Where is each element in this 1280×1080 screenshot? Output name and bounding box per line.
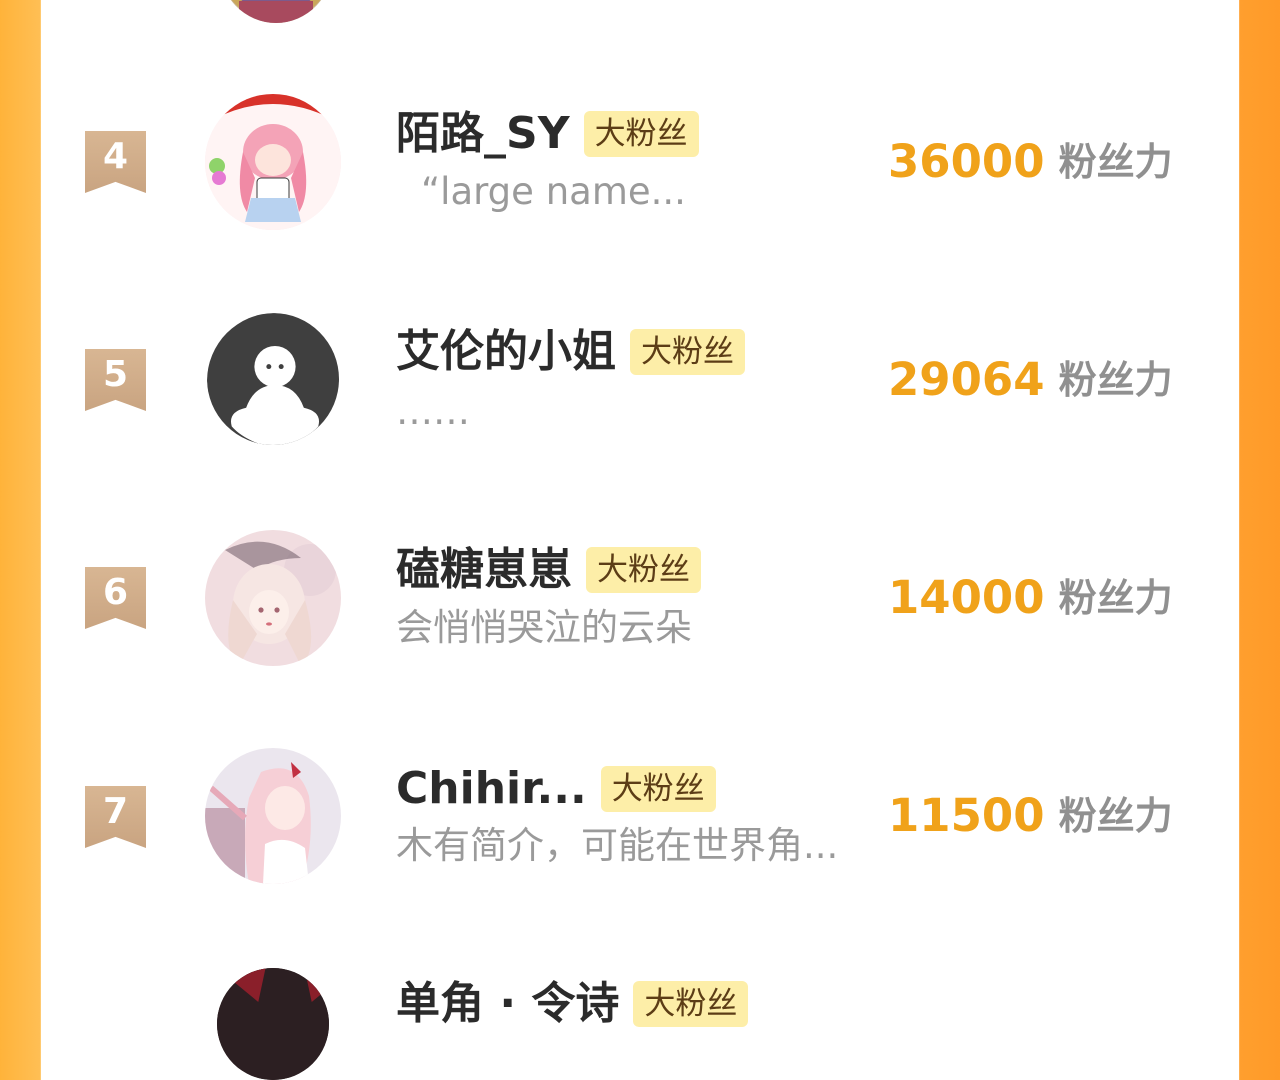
fan-badge: 大粉丝: [633, 981, 749, 1027]
user-name-line: 陌路_SY 大粉丝: [396, 106, 699, 162]
fan-badge: 大粉丝: [583, 111, 699, 157]
user-name[interactable]: 艾伦的小姐: [396, 324, 616, 380]
user-name[interactable]: 陌路_SY: [396, 106, 570, 162]
rank-number: 6: [102, 572, 129, 613]
anime-girl-avatar-icon: [231, 0, 321, 23]
fan-ranking-list: 4 陌路_SY 大粉丝 “large name... 36000 粉丝力 5 艾…: [41, 0, 1239, 1080]
fan-score-unit: 粉丝力: [1058, 140, 1173, 184]
rank-ribbon: 5: [85, 349, 146, 411]
user-avatar[interactable]: [205, 94, 341, 230]
rank-ribbon: 7: [85, 786, 146, 848]
fan-score-value: 29064: [888, 353, 1045, 406]
fan-score: 11500 粉丝力: [888, 788, 1173, 844]
user-name[interactable]: 单角 · 令诗: [396, 976, 619, 1032]
user-name[interactable]: Chihir...: [396, 761, 587, 817]
user-name-line: 艾伦的小姐 大粉丝: [396, 324, 745, 380]
fan-score-unit: 粉丝力: [1058, 358, 1173, 402]
fan-score-value: 11500: [888, 789, 1045, 842]
default-user-avatar-icon: [207, 313, 339, 445]
fan-score: 14000 粉丝力: [888, 570, 1173, 626]
fan-score-unit: 粉丝力: [1058, 794, 1173, 838]
anime-girl-avatar-icon: [205, 530, 341, 666]
anime-girl-avatar-icon: [205, 94, 341, 230]
rank-ribbon: 4: [85, 131, 146, 193]
rank-number: 5: [102, 354, 129, 395]
user-avatar[interactable]: [207, 313, 339, 445]
user-bio: ……: [396, 390, 470, 433]
fan-score-value: 14000: [888, 571, 1045, 624]
rank-number: 4: [102, 136, 129, 177]
fan-score-unit: 粉丝力: [1058, 576, 1173, 620]
fan-score: 36000 粉丝力: [888, 134, 1173, 190]
user-avatar[interactable]: [205, 748, 341, 884]
fan-score-value: 36000: [888, 135, 1045, 188]
user-name-line: Chihir... 大粉丝: [396, 761, 716, 817]
user-name-line: 磕糖崽崽 大粉丝: [396, 542, 701, 598]
fan-badge: 大粉丝: [630, 329, 745, 375]
user-name[interactable]: 磕糖崽崽: [396, 542, 572, 598]
rank-ribbon: 6: [85, 567, 146, 629]
fan-score: 29064 粉丝力: [888, 352, 1173, 408]
rank-number: 7: [102, 791, 129, 832]
fan-badge: 大粉丝: [586, 547, 701, 593]
user-name-line-partial: 单角 · 令诗 大粉丝: [396, 976, 749, 1032]
user-avatar[interactable]: [205, 530, 341, 666]
user-bio: 会悄悄哭泣的云朵: [396, 606, 692, 649]
user-bio: 木有简介，可能在世界角...: [396, 824, 839, 867]
fan-badge: 大粉丝: [600, 766, 716, 812]
avatar-partial-top[interactable]: [219, 0, 333, 23]
anime-girl-avatar-icon: [217, 968, 329, 1080]
user-avatar-partial[interactable]: [217, 968, 329, 1080]
anime-girl-avatar-icon: [205, 748, 341, 884]
user-bio: “large name...: [421, 170, 686, 213]
